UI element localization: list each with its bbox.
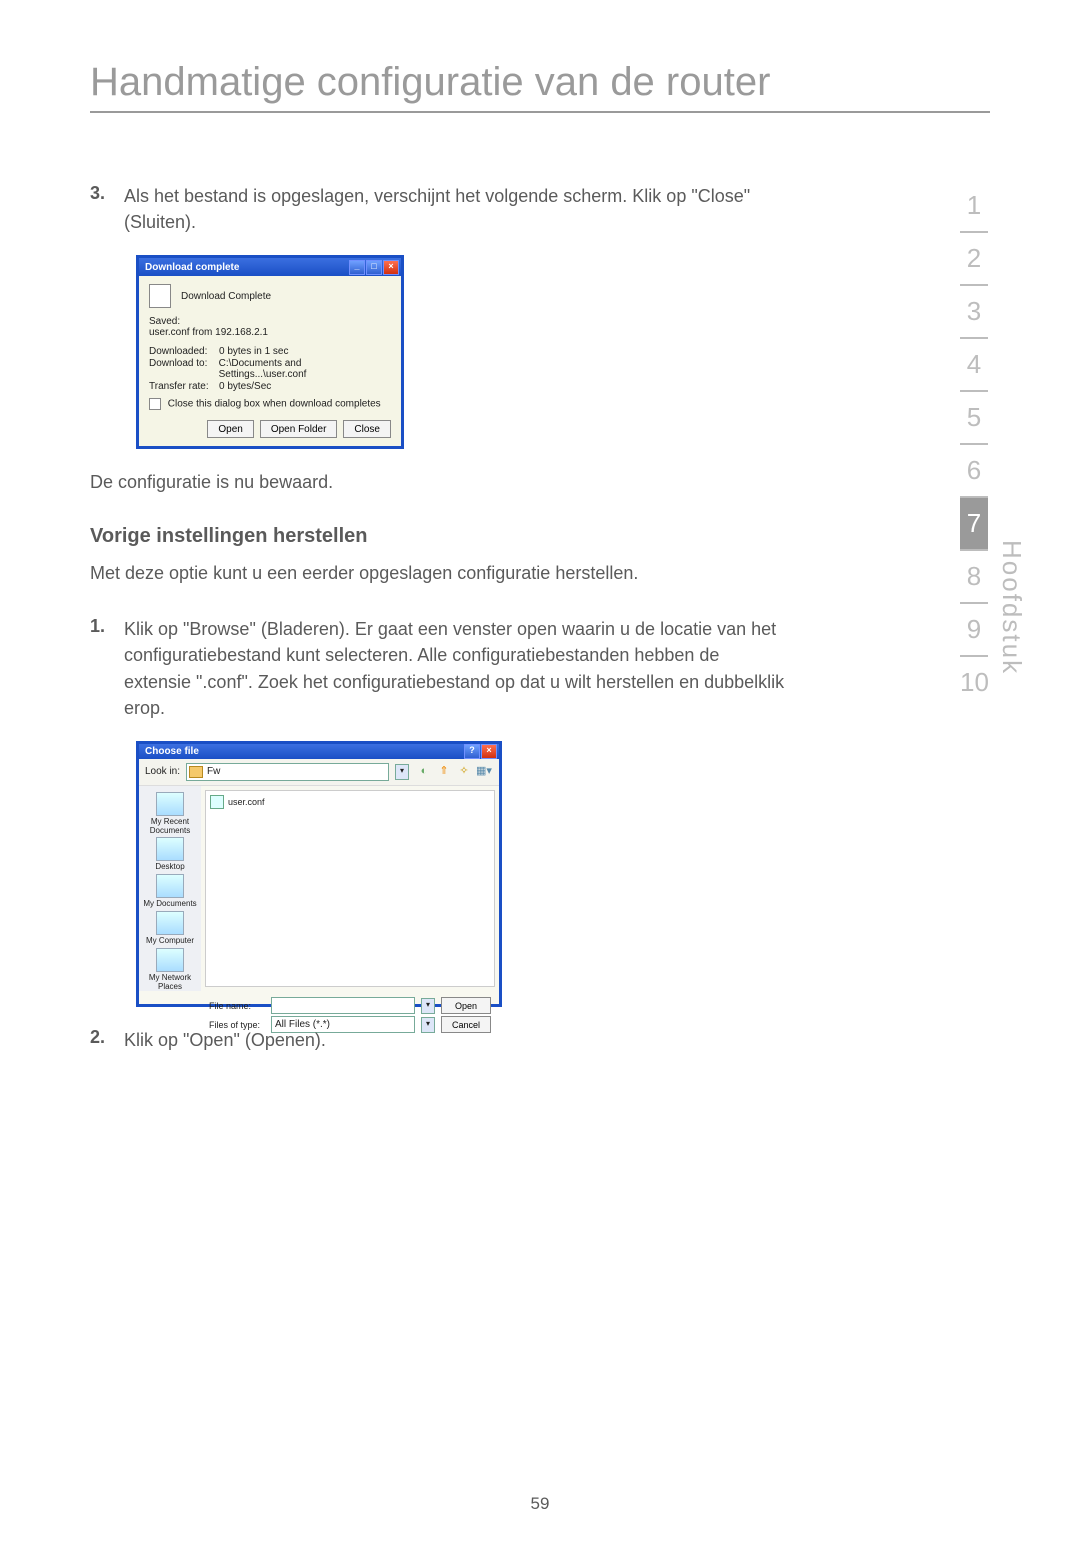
- downloaded-label: Downloaded:: [149, 346, 219, 357]
- download-complete-dialog: Download complete _ □ × Download Complet…: [136, 255, 404, 449]
- open-button[interactable]: Open: [207, 420, 253, 438]
- dialog1-header: Download Complete: [181, 291, 271, 302]
- chapter-1[interactable]: 1: [960, 180, 988, 233]
- downloaded-value: 0 bytes in 1 sec: [219, 346, 288, 357]
- downloadto-value: C:\Documents and Settings...\user.conf: [219, 358, 391, 380]
- place-recent[interactable]: My Recent Documents: [139, 792, 201, 836]
- step-2-number: 2.: [90, 1027, 124, 1053]
- close-button[interactable]: Close: [343, 420, 391, 438]
- dialog1-title: Download complete: [145, 262, 239, 273]
- filename-label: File name:: [209, 1001, 265, 1011]
- dialog1-saved-label: Saved:: [149, 316, 391, 327]
- step-3-number: 3.: [90, 183, 124, 235]
- restore-intro: Met deze optie kunt u een eerder opgesla…: [90, 560, 790, 586]
- place-mydocs[interactable]: My Documents: [143, 874, 196, 909]
- page-number: 59: [0, 1494, 1080, 1514]
- chapter-2[interactable]: 2: [960, 233, 988, 286]
- help-icon[interactable]: ?: [464, 744, 480, 759]
- step-1-text: Klik op "Browse" (Bladeren). Er gaat een…: [124, 616, 790, 720]
- look-in-value: Fw: [207, 766, 220, 777]
- chapter-4[interactable]: 4: [960, 339, 988, 392]
- file-name: user.conf: [228, 797, 265, 807]
- dialog1-saved-value: user.conf from 192.168.2.1: [149, 327, 391, 338]
- sidebar-label: Hoofdstuk: [996, 540, 1027, 675]
- chapter-5[interactable]: 5: [960, 392, 988, 445]
- new-folder-icon[interactable]: ✧: [455, 763, 473, 781]
- chapter-10[interactable]: 10: [960, 657, 988, 708]
- restore-subheading: Vorige instellingen herstellen: [90, 525, 790, 548]
- config-saved-text: De configuratie is nu bewaard.: [90, 469, 790, 495]
- chapter-3[interactable]: 3: [960, 286, 988, 339]
- open-button[interactable]: Open: [441, 997, 491, 1014]
- chapter-8[interactable]: 8: [960, 551, 988, 604]
- maximize-icon[interactable]: □: [366, 260, 382, 275]
- chapter-6[interactable]: 6: [960, 445, 988, 498]
- file-list[interactable]: user.conf: [205, 790, 495, 988]
- dropdown-arrow-icon[interactable]: ▾: [395, 764, 409, 780]
- step-1: 1. Klik op "Browse" (Bladeren). Er gaat …: [90, 616, 790, 720]
- downloadto-label: Download to:: [149, 358, 219, 380]
- views-icon[interactable]: ▦▾: [475, 763, 493, 781]
- folder-icon: [189, 766, 203, 778]
- place-network[interactable]: My Network Places: [139, 948, 201, 992]
- dialog1-titlebar: Download complete _ □ ×: [139, 258, 401, 276]
- chapter-9[interactable]: 9: [960, 604, 988, 657]
- back-icon[interactable]: ◐: [415, 763, 433, 781]
- title-rule: [90, 111, 990, 113]
- step-3-text: Als het bestand is opgeslagen, verschijn…: [124, 183, 790, 235]
- file-icon: [210, 795, 224, 809]
- close-when-done-checkbox[interactable]: [149, 398, 161, 410]
- look-in-label: Look in:: [145, 766, 180, 777]
- choose-file-dialog: Choose file ? × Look in: Fw ▾ ◐ ⇑ ✧ ▦▾: [136, 741, 502, 1007]
- place-desktop[interactable]: Desktop: [155, 837, 184, 872]
- dialog2-titlebar: Choose file ? ×: [139, 744, 499, 759]
- place-mycomputer[interactable]: My Computer: [146, 911, 194, 946]
- chapter-list: 12345678910: [960, 180, 988, 708]
- chapter-7[interactable]: 7: [960, 498, 988, 551]
- transfer-value: 0 bytes/Sec: [219, 381, 271, 392]
- page-title: Handmatige configuratie van de router: [90, 60, 990, 105]
- places-bar: My Recent Documents Desktop My Documents…: [139, 786, 201, 992]
- minimize-icon[interactable]: _: [349, 260, 365, 275]
- close-icon[interactable]: ×: [481, 744, 497, 759]
- look-in-dropdown[interactable]: Fw: [186, 763, 389, 781]
- list-item[interactable]: user.conf: [210, 795, 490, 809]
- chapter-sidebar: 12345678910 Hoofdstuk: [960, 180, 1032, 708]
- filename-input[interactable]: [271, 997, 415, 1014]
- step-3: 3. Als het bestand is opgeslagen, versch…: [90, 183, 790, 235]
- dropdown-arrow-icon[interactable]: ▾: [421, 998, 435, 1014]
- dropdown-arrow-icon[interactable]: ▾: [421, 1017, 435, 1033]
- up-icon[interactable]: ⇑: [435, 763, 453, 781]
- close-when-done-label: Close this dialog box when download comp…: [168, 399, 381, 410]
- transfer-label: Transfer rate:: [149, 381, 219, 392]
- open-folder-button[interactable]: Open Folder: [260, 420, 338, 438]
- document-icon: [149, 284, 171, 308]
- step-1-number: 1.: [90, 616, 124, 720]
- step-2-text: Klik op "Open" (Openen).: [124, 1027, 326, 1053]
- close-icon[interactable]: ×: [383, 260, 399, 275]
- dialog2-title: Choose file: [145, 746, 199, 757]
- cancel-button[interactable]: Cancel: [441, 1016, 491, 1033]
